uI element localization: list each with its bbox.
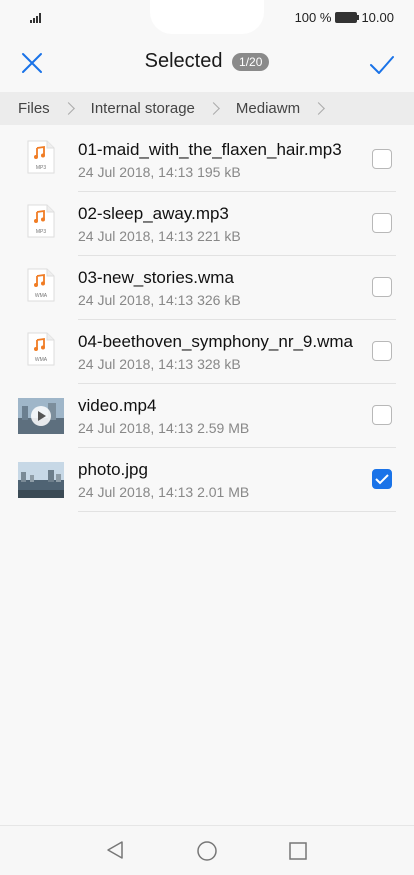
file-meta: 24 Jul 2018, 14:13 221 kB: [78, 228, 241, 244]
recent-apps-icon[interactable]: [288, 841, 308, 861]
video-thumbnail: [18, 398, 64, 434]
breadcrumb-internal-storage[interactable]: Internal storage: [73, 100, 195, 117]
music-file-icon: MP3: [27, 140, 55, 174]
divider: [78, 511, 396, 512]
file-meta: 24 Jul 2018, 14:13 326 kB: [78, 292, 241, 308]
battery-percent: 100 %: [294, 10, 332, 25]
chevron-right-icon: [312, 102, 325, 115]
signal-icon: [30, 13, 41, 23]
home-icon[interactable]: [196, 840, 218, 862]
file-meta: 24 Jul 2018, 14:13 2.01 MB: [78, 484, 250, 500]
file-name: photo.jpg: [78, 460, 148, 479]
list-item[interactable]: video.mp4 24 Jul 2018, 14:13 2.59 MB: [0, 384, 414, 448]
music-file-icon: MP3: [27, 204, 55, 238]
file-meta: 24 Jul 2018, 14:13 2.59 MB: [78, 420, 250, 436]
photo-thumbnail: [18, 462, 64, 498]
navigation-bar: [0, 825, 414, 875]
breadcrumb-files[interactable]: Files: [0, 100, 50, 117]
file-meta: 24 Jul 2018, 14:13 328 kB: [78, 356, 241, 372]
file-list: MP3 01-maid_with_the_flaxen_hair.mp3 24 …: [0, 128, 414, 512]
svg-text:MP3: MP3: [36, 165, 47, 171]
back-icon[interactable]: [106, 840, 124, 860]
list-item[interactable]: WMA 04-beethoven_symphony_nr_9.wma 24 Ju…: [0, 320, 414, 384]
music-file-icon: WMA: [27, 268, 55, 302]
checkmark-icon[interactable]: [368, 50, 396, 78]
music-file-icon: WMA: [27, 332, 55, 366]
list-item[interactable]: MP3 01-maid_with_the_flaxen_hair.mp3 24 …: [0, 128, 414, 192]
status-bar: 100 % 10.00: [0, 0, 414, 36]
file-name: 01-maid_with_the_flaxen_hair.mp3: [78, 140, 342, 159]
svg-text:MP3: MP3: [36, 229, 47, 235]
list-item[interactable]: WMA 03-new_stories.wma 24 Jul 2018, 14:1…: [0, 256, 414, 320]
svg-text:WMA: WMA: [35, 357, 48, 363]
select-checkbox[interactable]: [372, 341, 392, 361]
breadcrumb: Files Internal storage Mediawm: [0, 92, 414, 125]
select-checkbox[interactable]: [372, 213, 392, 233]
file-name: video.mp4: [78, 396, 157, 415]
file-name: 03-new_stories.wma: [78, 268, 234, 287]
file-name: 04-beethoven_symphony_nr_9.wma: [78, 332, 354, 351]
list-item[interactable]: photo.jpg 24 Jul 2018, 14:13 2.01 MB: [0, 448, 414, 512]
camera-notch: [150, 0, 264, 34]
selection-count-badge: 1/20: [232, 52, 270, 71]
select-checkbox[interactable]: [372, 405, 392, 425]
select-checkbox[interactable]: [372, 277, 392, 297]
toolbar: Selected 1/20: [0, 38, 414, 88]
select-checkbox[interactable]: [372, 469, 392, 489]
page-title: Selected: [144, 50, 223, 73]
battery-icon: [335, 12, 360, 23]
file-name: 02-sleep_away.mp3: [78, 204, 229, 223]
svg-text:WMA: WMA: [35, 293, 48, 299]
list-item[interactable]: MP3 02-sleep_away.mp3 24 Jul 2018, 14:13…: [0, 192, 414, 256]
clock: 10.00: [361, 10, 394, 25]
breadcrumb-mediawm[interactable]: Mediawm: [218, 100, 300, 117]
select-checkbox[interactable]: [372, 149, 392, 169]
file-meta: 24 Jul 2018, 14:13 195 kB: [78, 164, 241, 180]
